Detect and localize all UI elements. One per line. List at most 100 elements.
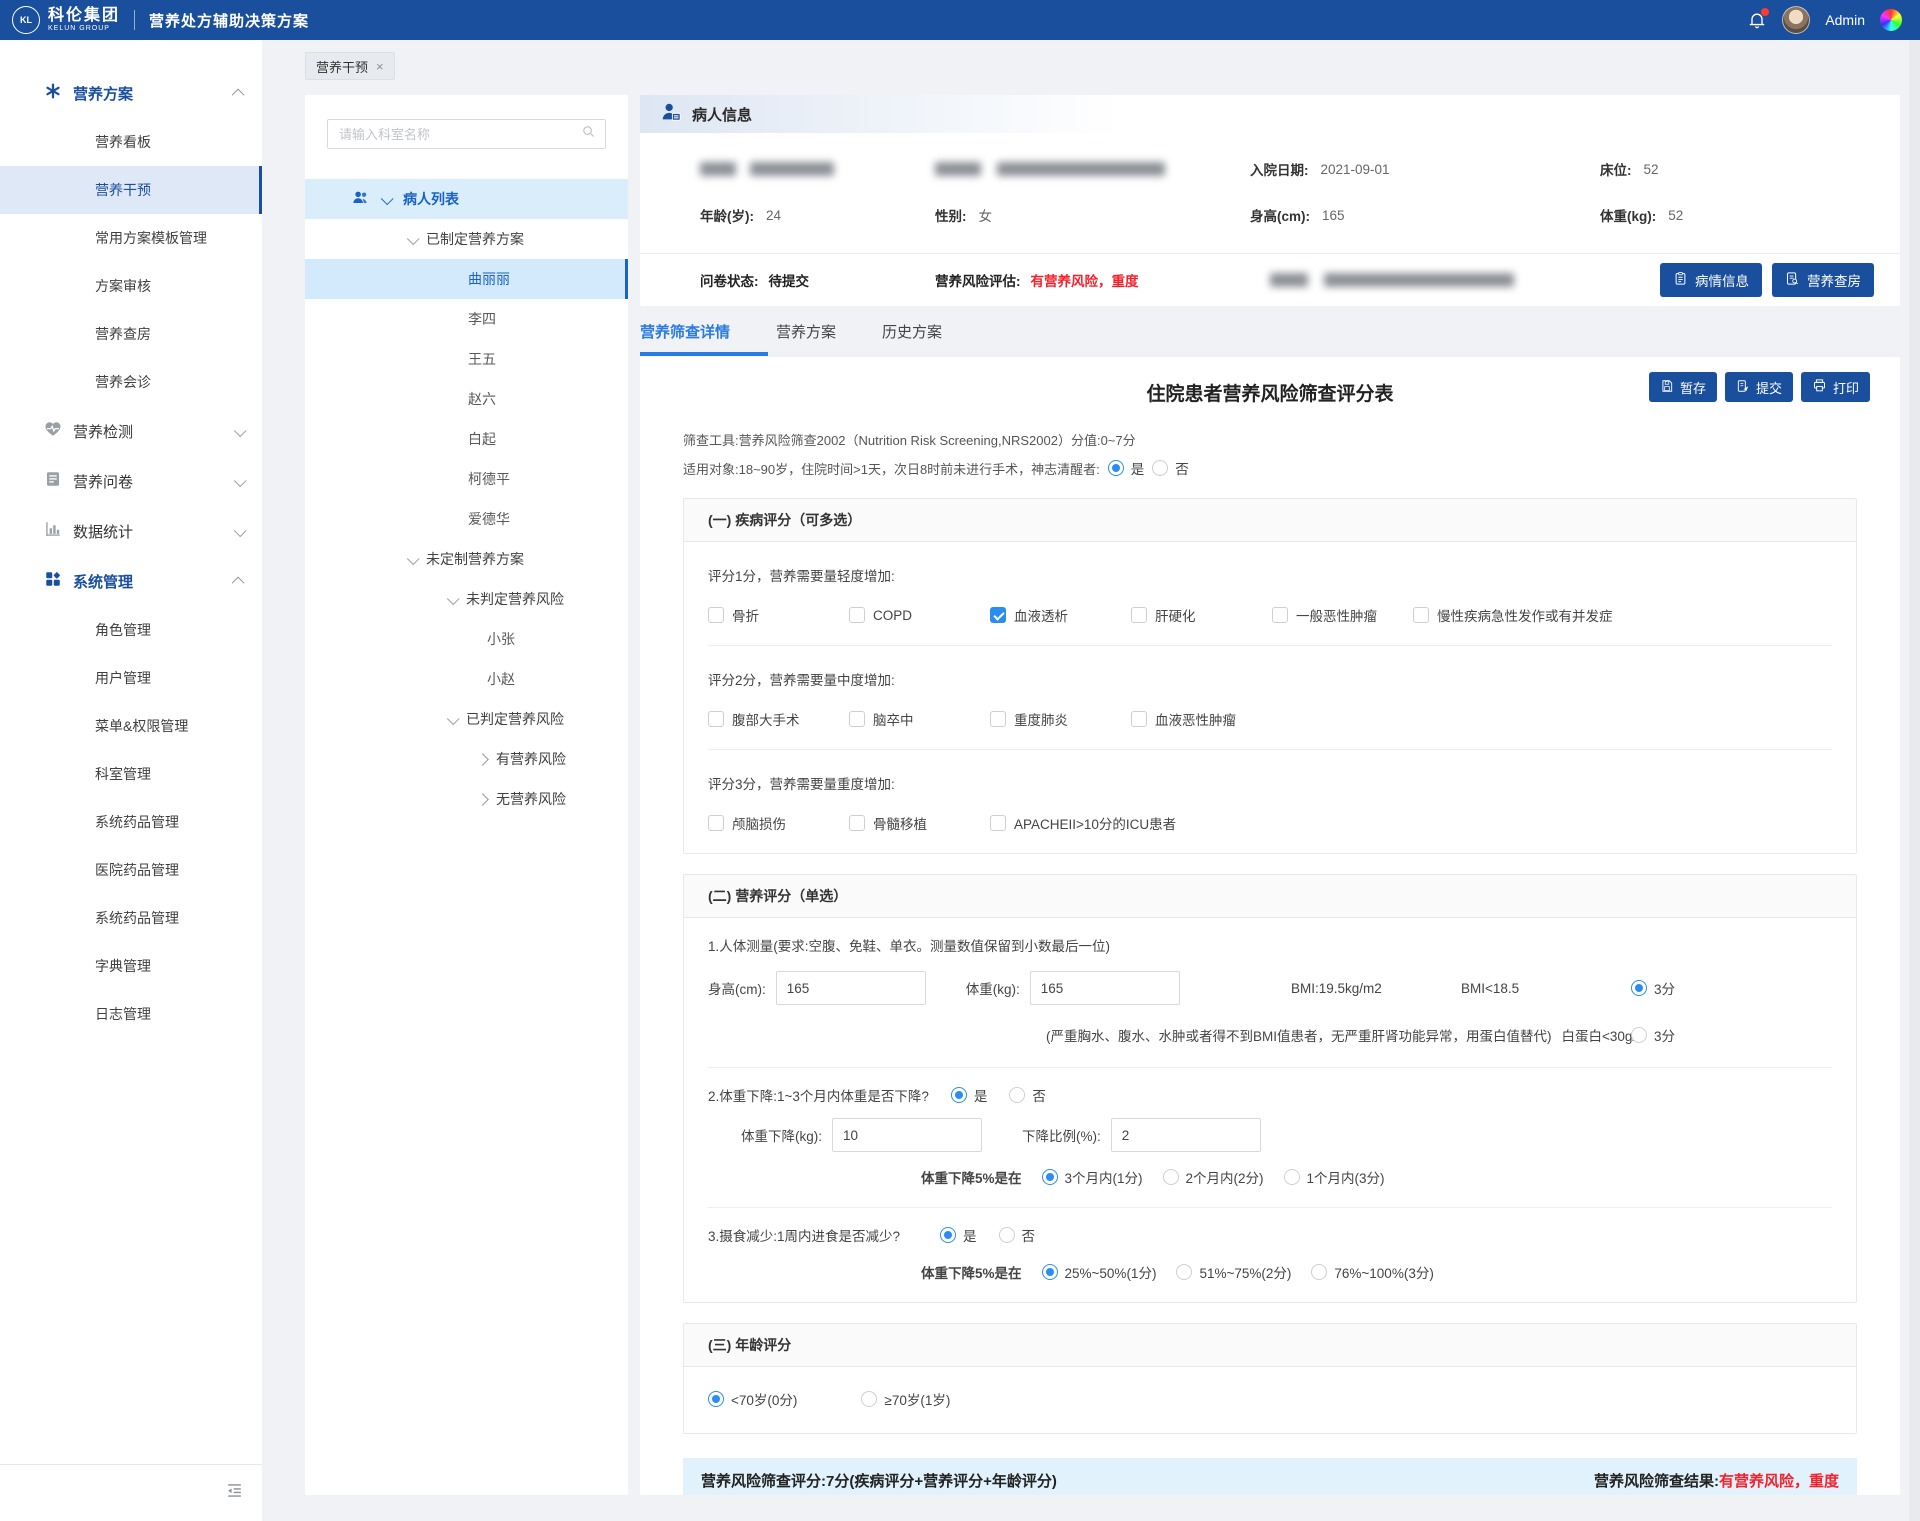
- department-search-input[interactable]: [337, 126, 581, 143]
- tree-patient[interactable]: 小赵: [305, 659, 628, 699]
- age-option-under-70[interactable]: <70岁(0分): [708, 1389, 797, 1409]
- checkbox-icon[interactable]: [990, 607, 1006, 623]
- radio-icon[interactable]: [1042, 1264, 1058, 1280]
- checkbox-icon[interactable]: [849, 711, 865, 727]
- bmi-score-option[interactable]: 3分: [1631, 978, 1675, 998]
- q2-option-yes[interactable]: 是: [951, 1085, 988, 1105]
- sidebar-item-system-drug-management[interactable]: 系统药品管理: [0, 798, 262, 846]
- checkbox-icon[interactable]: [708, 711, 724, 727]
- tree-group-judged-risk[interactable]: 已判定营养风险: [305, 699, 628, 739]
- save-draft-button[interactable]: 暂存: [1649, 372, 1717, 402]
- sidebar-item-system-drug-management-2[interactable]: 系统药品管理: [0, 894, 262, 942]
- q3-range-option-2[interactable]: 51%~75%(2分): [1176, 1262, 1291, 1282]
- tree-patient[interactable]: 爱德华: [305, 499, 628, 539]
- checkbox-cirrhosis[interactable]: 肝硬化: [1131, 605, 1272, 625]
- checkbox-copd[interactable]: COPD: [849, 607, 990, 623]
- q3-option-no[interactable]: 否: [999, 1225, 1036, 1245]
- sidebar-item-log-management[interactable]: 日志管理: [0, 990, 262, 1038]
- radio-icon[interactable]: [1284, 1169, 1300, 1185]
- radio-icon[interactable]: [1631, 980, 1647, 996]
- checkbox-bone-marrow-transplant[interactable]: 骨髓移植: [849, 813, 990, 833]
- department-search-box[interactable]: [327, 119, 606, 149]
- checkbox-hematologic-malignancy[interactable]: 血液恶性肿瘤: [1131, 709, 1236, 729]
- checkbox-abdominal-surgery[interactable]: 腹部大手术: [708, 709, 849, 729]
- print-button[interactable]: 打印: [1801, 372, 1870, 402]
- close-icon[interactable]: ×: [376, 59, 384, 74]
- tree-group-has-risk[interactable]: 有营养风险: [305, 739, 628, 779]
- sidebar-group-nutrition-test[interactable]: 营养检测: [0, 406, 262, 456]
- checkbox-icon[interactable]: [1413, 607, 1429, 623]
- tree-patient[interactable]: 赵六: [305, 379, 628, 419]
- tree-root-patient-list[interactable]: 病人列表: [305, 179, 628, 219]
- height-input[interactable]: [776, 971, 926, 1005]
- sidebar-item-template-management[interactable]: 常用方案模板管理: [0, 214, 262, 262]
- conscious-option-yes[interactable]: 是: [1108, 458, 1145, 478]
- q2-time-option-3[interactable]: 1个月内(3分): [1284, 1167, 1385, 1187]
- checkbox-hemodialysis[interactable]: 血液透析: [990, 605, 1131, 625]
- weight-input[interactable]: [1030, 971, 1180, 1005]
- radio-icon[interactable]: [1311, 1264, 1327, 1280]
- nutrition-rounds-button[interactable]: 营养查房: [1772, 263, 1874, 297]
- checkbox-icon[interactable]: [1131, 711, 1147, 727]
- sidebar-item-nutrition-board[interactable]: 营养看板: [0, 118, 262, 166]
- checkbox-stroke[interactable]: 脑卒中: [849, 709, 990, 729]
- radio-icon[interactable]: [1163, 1169, 1179, 1185]
- page-scrollbar[interactable]: [1909, 40, 1920, 1521]
- submit-button[interactable]: 提交: [1725, 372, 1793, 402]
- radio-icon[interactable]: [708, 1391, 724, 1407]
- radio-icon[interactable]: [999, 1227, 1015, 1243]
- checkbox-icon[interactable]: [990, 711, 1006, 727]
- sidebar-item-nutrition-intervention[interactable]: 营养干预: [0, 166, 262, 214]
- q2-option-no[interactable]: 否: [1009, 1085, 1046, 1105]
- checkbox-severe-pneumonia[interactable]: 重度肺炎: [990, 709, 1131, 729]
- sidebar-item-plan-review[interactable]: 方案审核: [0, 262, 262, 310]
- radio-icon[interactable]: [1009, 1087, 1025, 1103]
- tab-history-plan[interactable]: 历史方案: [882, 318, 942, 356]
- sidebar-group-data-statistics[interactable]: 数据统计: [0, 506, 262, 556]
- search-icon[interactable]: [581, 124, 596, 144]
- sidebar-item-user-management[interactable]: 用户管理: [0, 654, 262, 702]
- sidebar-item-hospital-drug-management[interactable]: 医院药品管理: [0, 846, 262, 894]
- q3-range-option-1[interactable]: 25%~50%(1分): [1042, 1262, 1157, 1282]
- sidebar-item-menu-permission[interactable]: 菜单&权限管理: [0, 702, 262, 750]
- checkbox-general-malignancy[interactable]: 一般恶性肿瘤: [1272, 605, 1413, 625]
- radio-icon[interactable]: [940, 1227, 956, 1243]
- albumin-score-option[interactable]: 3分: [1631, 1025, 1675, 1045]
- tree-patient[interactable]: 白起: [305, 419, 628, 459]
- checkbox-brain-injury[interactable]: 颅脑损伤: [708, 813, 849, 833]
- checkbox-icon[interactable]: [849, 815, 865, 831]
- tree-patient-selected[interactable]: 曲丽丽: [305, 259, 628, 299]
- tree-patient[interactable]: 柯德平: [305, 459, 628, 499]
- tree-patient[interactable]: 李四: [305, 299, 628, 339]
- theme-color-wheel-icon[interactable]: [1880, 9, 1902, 31]
- q2-time-option-1[interactable]: 3个月内(1分): [1042, 1167, 1143, 1187]
- checkbox-apache-icu[interactable]: APACHEII>10分的ICU患者: [990, 813, 1176, 833]
- sidebar-item-dictionary-management[interactable]: 字典管理: [0, 942, 262, 990]
- radio-icon[interactable]: [1176, 1264, 1192, 1280]
- radio-icon[interactable]: [861, 1391, 877, 1407]
- q3-range-option-3[interactable]: 76%~100%(3分): [1311, 1262, 1433, 1282]
- tree-group-unplanned[interactable]: 未定制营养方案: [305, 539, 628, 579]
- workspace-tab[interactable]: 营养干预 ×: [305, 52, 395, 80]
- radio-icon[interactable]: [1108, 460, 1124, 476]
- radio-icon[interactable]: [1152, 460, 1168, 476]
- q2-time-option-2[interactable]: 2个月内(2分): [1163, 1167, 1264, 1187]
- tab-screening-detail[interactable]: 营养筛查详情: [640, 318, 730, 356]
- age-option-over-70[interactable]: ≥70岁(1岁): [861, 1389, 950, 1409]
- radio-icon[interactable]: [951, 1087, 967, 1103]
- sidebar-item-nutrition-consult[interactable]: 营养会诊: [0, 358, 262, 406]
- sidebar-group-nutrition-plan[interactable]: 营养方案: [0, 68, 262, 118]
- notification-bell-icon[interactable]: [1747, 10, 1767, 30]
- tab-nutrition-plan[interactable]: 营养方案: [776, 318, 836, 356]
- sidebar-group-nutrition-questionnaire[interactable]: 营养问卷: [0, 456, 262, 506]
- collapse-sidebar-icon[interactable]: [225, 1481, 244, 1505]
- checkbox-icon[interactable]: [708, 815, 724, 831]
- radio-icon[interactable]: [1631, 1027, 1647, 1043]
- loss-ratio-input[interactable]: [1111, 1118, 1261, 1152]
- conscious-option-no[interactable]: 否: [1152, 458, 1189, 478]
- checkbox-icon[interactable]: [1131, 607, 1147, 623]
- checkbox-icon[interactable]: [1272, 607, 1288, 623]
- checkbox-icon[interactable]: [990, 815, 1006, 831]
- tree-group-unjudged-risk[interactable]: 未判定营养风险: [305, 579, 628, 619]
- tree-patient[interactable]: 王五: [305, 339, 628, 379]
